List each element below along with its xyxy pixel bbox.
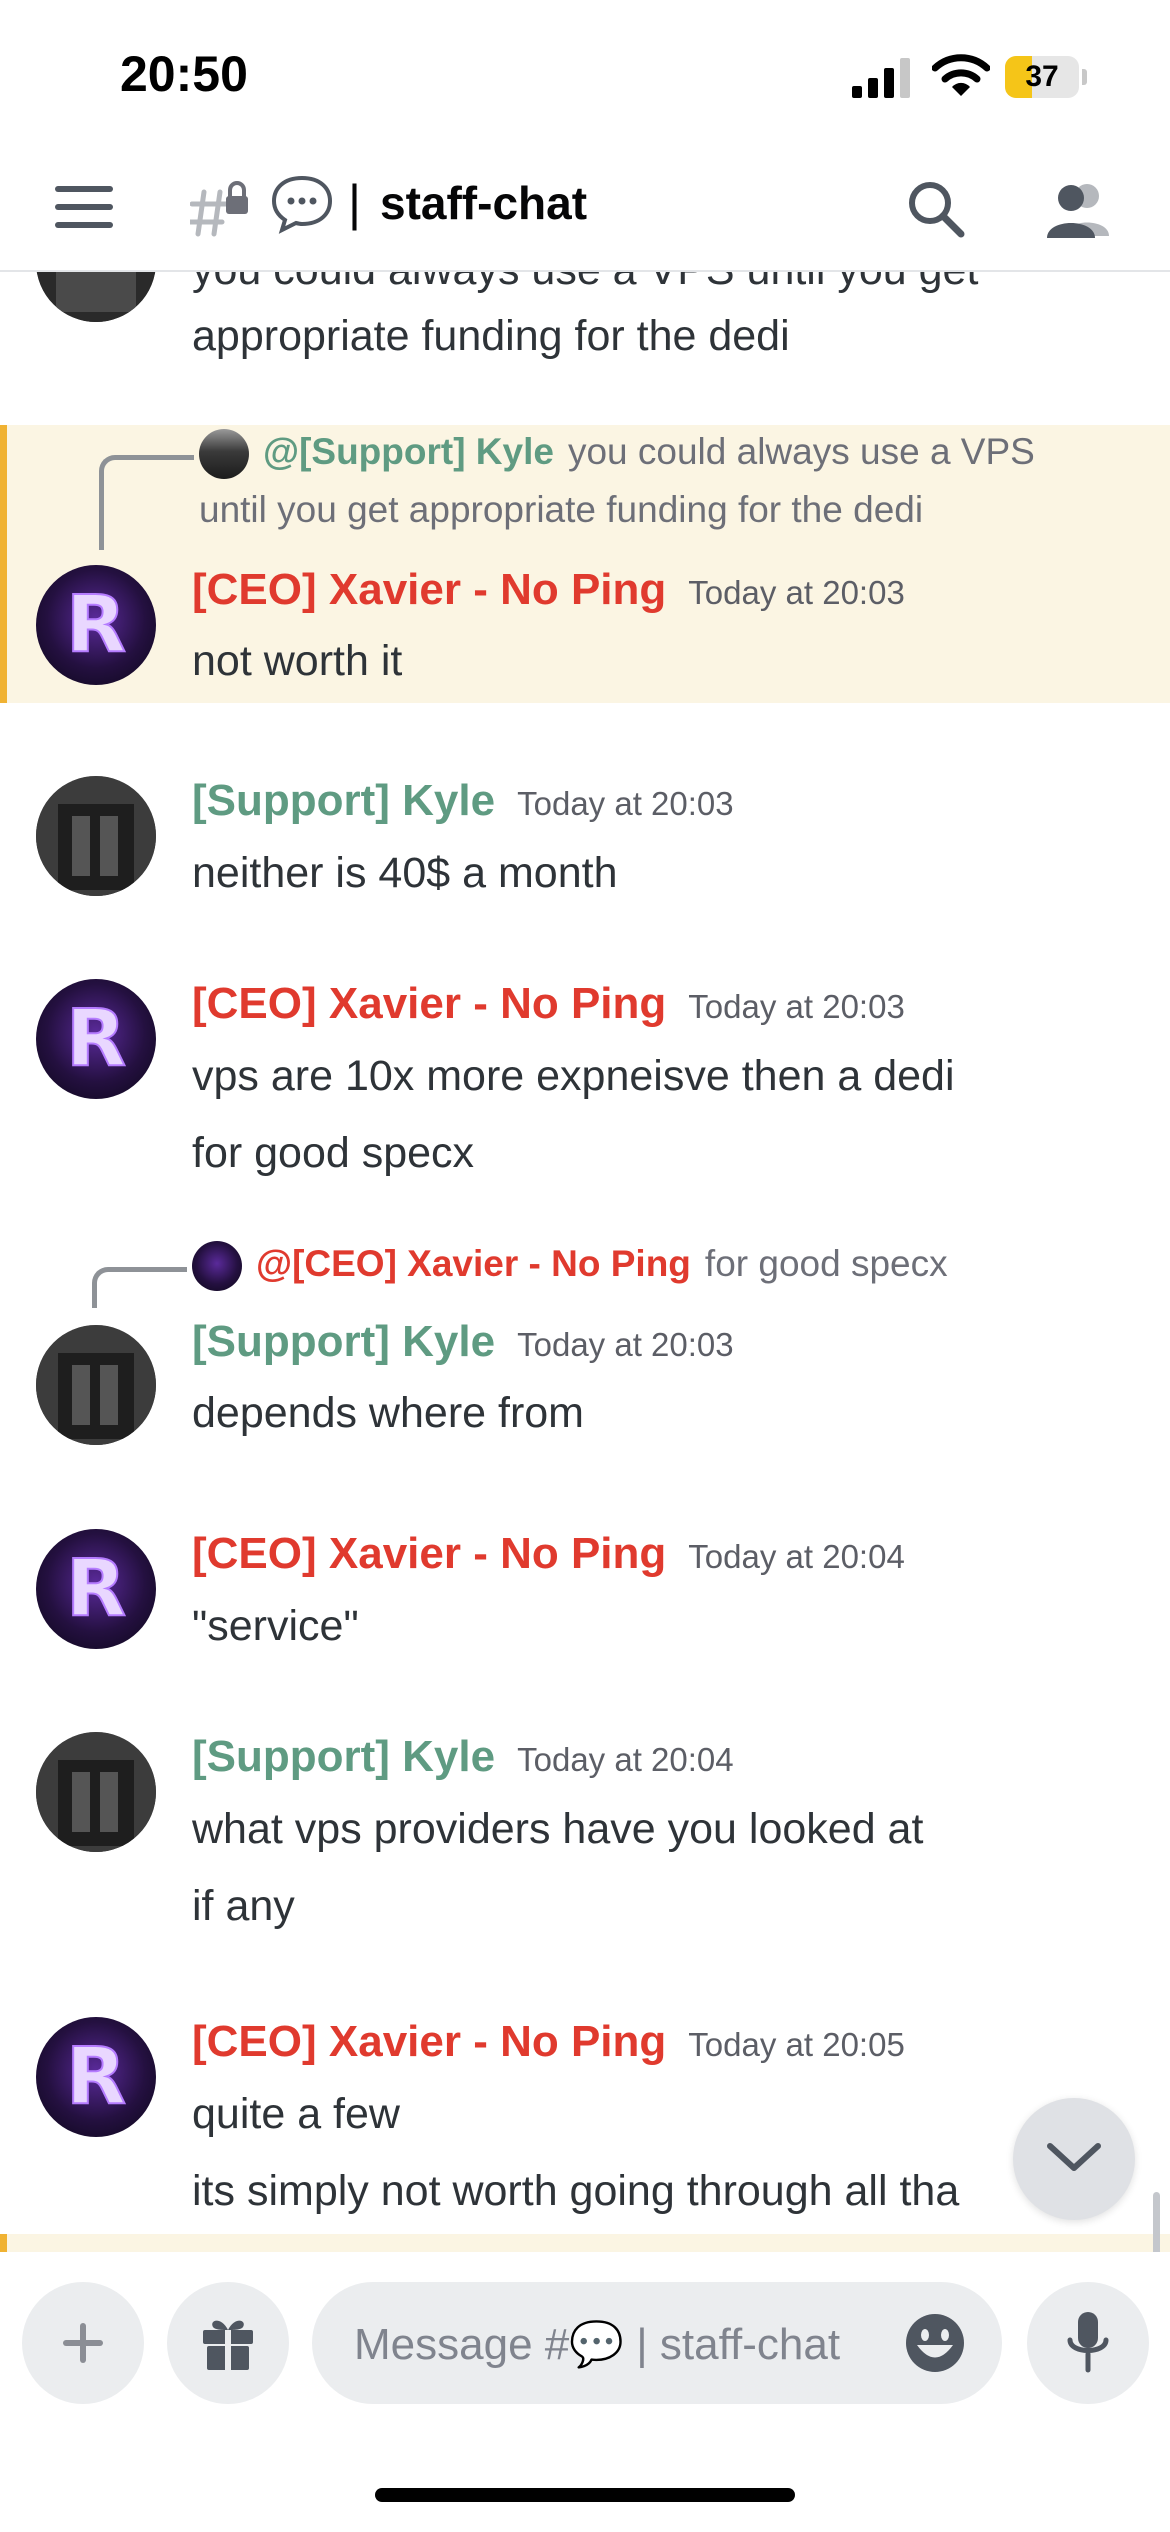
avatar[interactable] [36,1732,156,1852]
menu-icon[interactable] [55,186,113,234]
reply-avatar [199,429,249,479]
chevron-down-icon [1047,2143,1101,2171]
speech-bubble-icon [271,175,333,234]
message-timestamp: Today at 20:04 [688,1538,905,1575]
svg-text:R: R [66,1544,126,1634]
members-icon[interactable] [1045,178,1115,240]
message-text: you could always use a VPS until you get [192,272,978,295]
message-text: what vps providers have you looked at [192,1805,924,1853]
message-item: [Support] Kyle Today at 20:03 neither is … [0,764,1170,914]
status-bar: 20:50 37 [0,0,1170,150]
message-timestamp: Today at 20:03 [688,574,905,611]
message-text: for good specx [192,1129,475,1177]
message-author[interactable]: [Support] Kyle Today at 20:03 [192,776,734,826]
message-author[interactable]: [CEO] Xavier - No Ping Today at 20:05 [192,2017,905,2067]
message-item: R [CEO] Xavier - No Ping Today at 20:04 "… [0,1517,1170,1667]
home-indicator [375,2488,795,2502]
reply-spine [99,455,194,550]
message-item: R [CEO] Xavier - No Ping Today at 20:03 v… [0,967,1170,1177]
message-item: [Support] Kyle Today at 20:04 what vps pr… [0,1720,1170,1930]
avatar[interactable] [36,776,156,896]
message-author[interactable]: [Support] Kyle Today at 20:04 [192,1732,734,1782]
avatar[interactable] [36,272,156,322]
message-author[interactable]: [CEO] Xavier - No Ping Today at 20:04 [192,1529,905,1579]
search-icon[interactable] [905,178,967,240]
message-text: not worth it [192,637,403,685]
message-timestamp: Today at 20:05 [688,2026,905,2063]
channel-name-separator: | [348,175,361,231]
message-text: quite a few [192,2090,400,2138]
reply-preview[interactable]: @[Support] Kyle you could always use a VP… [199,429,1035,479]
reply-text: you could always use a VPS [567,430,1035,472]
message-text: depends where from [192,1389,584,1437]
battery-percent: 37 [1025,60,1059,93]
avatar[interactable]: R [36,2017,156,2137]
message-text: "service" [192,1602,359,1650]
message-item-mention-partial [0,2234,1170,2252]
svg-text:R: R [66,994,126,1084]
status-time: 20:50 [120,46,248,102]
message-text: neither is 40$ a month [192,849,618,897]
reply-author: @[CEO] Xavier - No Ping [256,1242,691,1284]
reply-spine [92,1267,187,1308]
microphone-icon [1067,2312,1109,2373]
gift-button[interactable] [167,2282,289,2404]
message-item: @[CEO] Xavier - No Ping for good specx [S… [0,1237,1170,1452]
locked-channel-icon [190,181,248,237]
avatar[interactable] [36,1325,156,1445]
message-timestamp: Today at 20:03 [688,988,905,1025]
channel-header: | staff-chat [0,150,1170,272]
cellular-signal-icon [852,58,910,98]
message-author[interactable]: [CEO] Xavier - No Ping Today at 20:03 [192,979,905,1029]
battery-icon: 37 [1005,56,1087,98]
message-timestamp: Today at 20:03 [517,785,734,822]
gift-icon [203,2320,253,2370]
message-text: appropriate funding for the dedi [192,312,790,360]
reply-preview[interactable]: @[CEO] Xavier - No Ping for good specx [192,1241,948,1291]
scrollbar[interactable] [1153,2192,1160,2252]
svg-text:R: R [66,2032,126,2122]
reply-text: for good specx [704,1242,948,1284]
message-item: you could always use a VPS until you get… [0,272,1170,382]
jump-to-bottom-button[interactable] [1013,2098,1135,2220]
message-placeholder: Message #💬 | staff-chat [354,2320,841,2369]
message-text: vps are 10x more expneisve then a dedi [192,1052,955,1100]
voice-message-button[interactable] [1027,2282,1149,2404]
avatar[interactable]: R [36,1529,156,1649]
wifi-icon [932,54,990,96]
message-author[interactable]: [Support] Kyle Today at 20:03 [192,1317,734,1367]
message-item-mention: @[Support] Kyle you could always use a VP… [0,425,1170,703]
message-text: if any [192,1882,295,1930]
message-input[interactable]: Message #💬 | staff-chat [312,2282,1002,2404]
reply-avatar [192,1241,242,1291]
channel-title[interactable]: staff-chat [380,176,587,230]
message-author[interactable]: [CEO] Xavier - No Ping Today at 20:03 [192,565,905,615]
reply-text-continued: until you get appropriate funding for th… [199,489,924,530]
reply-author: @[Support] Kyle [263,430,554,472]
message-text: its simply not worth going through all t… [192,2167,960,2215]
svg-text:R: R [66,580,126,670]
emoji-icon[interactable] [904,2312,966,2374]
add-attachment-button[interactable] [22,2282,144,2404]
message-item: R [CEO] Xavier - No Ping Today at 20:05 q… [0,2005,1170,2215]
message-timestamp: Today at 20:04 [517,1741,734,1778]
message-timestamp: Today at 20:03 [517,1326,734,1363]
message-list[interactable]: you could always use a VPS until you get… [0,272,1170,2252]
avatar[interactable]: R [36,565,156,685]
avatar[interactable]: R [36,979,156,1099]
